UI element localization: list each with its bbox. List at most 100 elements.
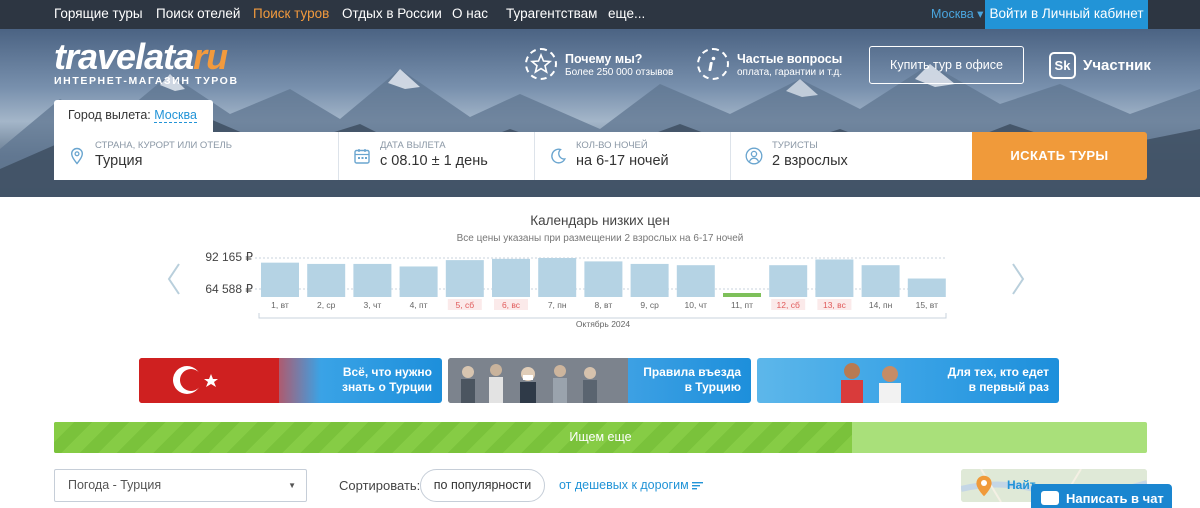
tourists-label: ТУРИСТЫ (772, 140, 818, 151)
month-axis (258, 313, 947, 319)
tour-search-form: СТРАНА, КУРОРТ ИЛИ ОТЕЛЬ Турция ДАТА ВЫЛ… (54, 132, 972, 180)
day-label: 15, вт (916, 300, 939, 310)
destination-field[interactable]: СТРАНА, КУРОРТ ИЛИ ОТЕЛЬ Турция (54, 132, 339, 180)
banner-first-time[interactable]: Для тех, кто едет в первый раз (757, 358, 1059, 403)
banner-entry-rules-text: Правила въезда в Турцию (643, 365, 741, 395)
departure-label: Город вылета: (68, 108, 151, 122)
day-label: 3, чт (364, 300, 382, 310)
caret-down-icon: ▼ (288, 481, 296, 490)
location-pin-icon (68, 147, 86, 165)
weather-dropdown[interactable]: Погода - Турция ▼ (54, 469, 307, 502)
nav-hotel-search[interactable]: Поиск отелей (156, 0, 240, 29)
moon-icon (549, 147, 567, 165)
price-bar[interactable] (538, 258, 577, 297)
banner-2-line2: в Турцию (684, 380, 741, 394)
banner-turkey-info[interactable]: Всё, что нужно знать о Турции (139, 358, 442, 403)
nav-tour-search[interactable]: Поиск туров (253, 0, 329, 29)
calendar-month: Октябрь 2024 (575, 319, 631, 329)
search-tours-button[interactable]: ИСКАТЬ ТУРЫ (972, 132, 1147, 180)
day-label: 10, чт (685, 300, 708, 310)
faq-link[interactable]: Частые вопросы оплата, гарантии и т.д. (697, 48, 857, 82)
calendar-min-price: 64 588 ₽ (205, 282, 253, 296)
price-bar[interactable] (630, 263, 669, 297)
banner-3-line1: Для тех, кто едет (947, 365, 1049, 379)
login-button[interactable]: Войти в Личный кабинет (985, 0, 1148, 29)
banner-1-line2: знать о Турции (342, 380, 432, 394)
chat-widget-button[interactable]: Написать в чат (1031, 484, 1172, 508)
date-label: ДАТА ВЫЛЕТА (380, 140, 446, 151)
price-bar[interactable] (584, 261, 623, 297)
price-bar[interactable] (445, 260, 484, 297)
price-bar[interactable] (676, 265, 715, 297)
skolkovo-icon: Sk (1049, 52, 1076, 79)
calendar-next-arrow[interactable] (1011, 262, 1025, 296)
city-selector[interactable]: Москва ▾ (931, 0, 983, 29)
nav-hot-tours[interactable]: Горящие туры (54, 0, 143, 29)
chat-icon (1041, 491, 1059, 505)
banner-1-line1: Всё, что нужно (342, 365, 432, 379)
price-bar[interactable] (261, 262, 299, 297)
nav-about[interactable]: О нас (452, 0, 488, 29)
travelata-logo[interactable]: travelataru ИНТЕРНЕТ-МАГАЗИН ТУРОВ (54, 39, 239, 88)
buy-in-office-button[interactable]: Купить тур в офисе (869, 46, 1024, 84)
price-bar[interactable] (353, 263, 392, 297)
tourists-field[interactable]: ТУРИСТЫ 2 взрослых (731, 132, 972, 180)
person-icon (745, 147, 763, 165)
logo-tagline: ИНТЕРНЕТ-МАГАЗИН ТУРОВ (54, 75, 239, 87)
price-bar[interactable] (492, 258, 530, 297)
nights-field[interactable]: КОЛ-ВО НОЧЕЙ на 6-17 ночей (535, 132, 731, 180)
day-label: 7, пн (548, 300, 567, 310)
search-progress-bar: Ищем еще (54, 422, 1147, 453)
skolkovo-label: Участник (1083, 57, 1151, 74)
map-pin-icon (976, 475, 992, 497)
calendar-prev-arrow[interactable] (167, 262, 181, 296)
price-calendar-subtitle: Все цены указаны при размещении 2 взросл… (456, 233, 744, 244)
departure-date-field[interactable]: ДАТА ВЫЛЕТА с 08.10 ± 1 день (339, 132, 535, 180)
price-bar[interactable] (861, 265, 900, 297)
destination-label: СТРАНА, КУРОРТ ИЛИ ОТЕЛЬ (95, 140, 232, 151)
calendar-max-price: 92 165 ₽ (205, 250, 253, 264)
departure-city-link[interactable]: Москва (154, 108, 197, 123)
logo-ru: ru (193, 36, 228, 77)
price-bar[interactable] (723, 293, 761, 297)
banner-first-time-text: Для тех, кто едет в первый раз (948, 365, 1049, 395)
why-us-link[interactable]: Почему мы? Более 250 000 отзывов (525, 48, 685, 82)
weather-dropdown-value: Погода - Турция (68, 478, 162, 492)
day-label: 12, сб (777, 300, 800, 310)
faq-subtitle: оплата, гарантии и т.д. (737, 67, 843, 78)
price-bar[interactable] (399, 266, 438, 297)
sort-cheap-to-expensive-link[interactable]: от дешевых к дорогим (559, 478, 704, 492)
sort-by-popularity-button[interactable]: по популярности (420, 469, 545, 502)
crowd-image (448, 358, 628, 403)
nav-russia-vacation[interactable]: Отдых в России (342, 0, 442, 29)
sort-label: Сортировать: (339, 478, 421, 493)
travelers-image (841, 363, 901, 403)
day-label: 13, вс (823, 300, 847, 310)
price-bar[interactable] (907, 278, 946, 297)
why-us-title: Почему мы? (565, 52, 643, 66)
tourists-value: 2 взрослых (772, 153, 848, 169)
why-us-subtitle: Более 250 000 отзывов (565, 67, 674, 78)
banner-turkey-info-text: Всё, что нужно знать о Турции (342, 365, 432, 395)
price-bar[interactable] (307, 263, 346, 297)
chevron-right-icon (1012, 263, 1025, 295)
price-bar[interactable] (815, 259, 854, 297)
day-label: 14, пн (869, 300, 893, 310)
info-icon (697, 48, 729, 80)
nav-agencies[interactable]: Турагентствам (506, 0, 597, 29)
search-progress-label: Ищем еще (569, 430, 632, 444)
banner-entry-rules[interactable]: Правила въезда в Турцию (448, 358, 751, 403)
day-label: 11, пт (731, 300, 753, 310)
day-label: 2, ср (317, 300, 336, 310)
nights-label: КОЛ-ВО НОЧЕЙ (576, 140, 648, 151)
sort-lines-icon (692, 482, 704, 490)
day-label: 9, ср (640, 300, 659, 310)
day-label: 1, вт (271, 300, 289, 310)
faq-title: Частые вопросы (737, 52, 843, 66)
destination-value: Турция (95, 153, 143, 169)
price-bar[interactable] (769, 265, 808, 297)
calendar-icon (353, 147, 371, 165)
chat-widget-label: Написать в чат (1066, 491, 1164, 506)
day-label: 6, вс (502, 300, 521, 310)
nav-more[interactable]: еще... (608, 0, 645, 29)
